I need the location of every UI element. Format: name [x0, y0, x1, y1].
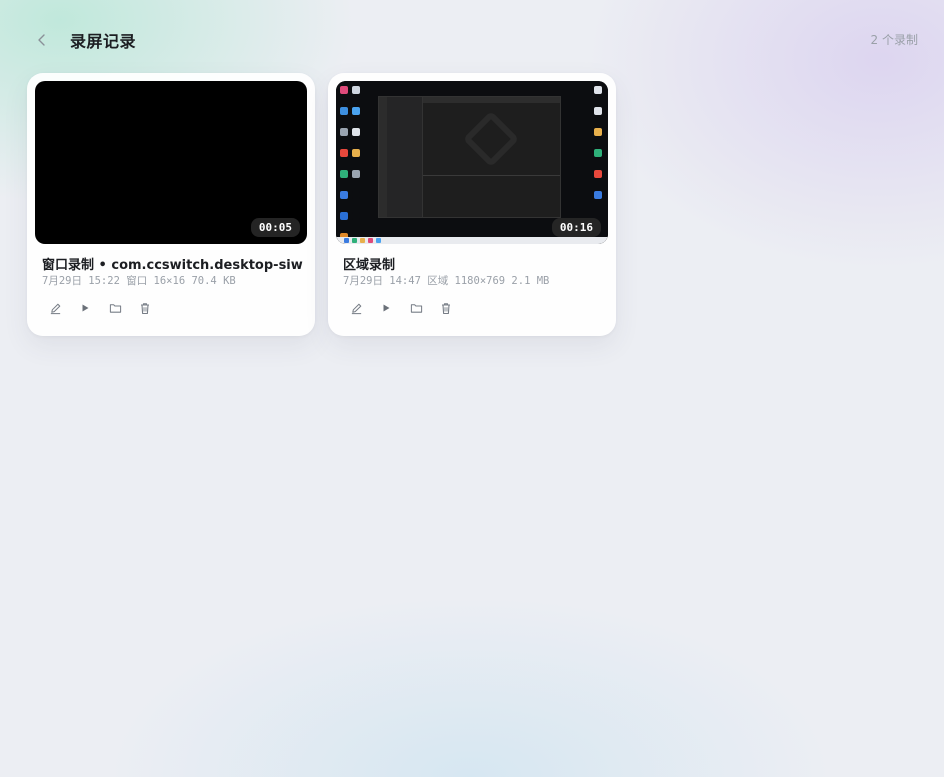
recording-card[interactable]: 00:05 窗口录制 • com.ccswitch.desktop-siw 7月…: [27, 73, 315, 336]
recording-thumbnail[interactable]: 00:05: [35, 81, 307, 244]
desktop-icons: [338, 83, 364, 241]
page-header: 录屏记录 2 个录制: [0, 0, 944, 78]
recording-thumbnail[interactable]: 00:16: [336, 81, 608, 244]
recording-card[interactable]: 00:16 区域录制 7月29日 14:47 区域 1180×769 2.1 M…: [328, 73, 616, 336]
play-button[interactable]: [77, 300, 93, 316]
play-button[interactable]: [378, 300, 394, 316]
open-folder-button[interactable]: [107, 300, 123, 316]
recording-title: 窗口录制 • com.ccswitch.desktop-siw: [42, 258, 303, 273]
folder-icon: [109, 304, 121, 313]
trash-icon: [141, 302, 149, 314]
recording-actions: [47, 300, 153, 316]
page-title: 录屏记录: [70, 32, 137, 51]
recording-actions: [348, 300, 454, 316]
duration-badge: 00:05: [250, 218, 300, 237]
recording-count: 2 个录制: [870, 33, 918, 47]
recording-meta: 7月29日 15:22 窗口 16×16 70.4 KB: [42, 275, 236, 287]
recording-meta: 7月29日 14:47 区域 1180×769 2.1 MB: [343, 275, 550, 287]
editor-window-preview: [378, 96, 561, 218]
desktop-icons: [592, 83, 606, 233]
back-button[interactable]: [32, 30, 52, 50]
open-folder-button[interactable]: [408, 300, 424, 316]
edit-icon: [50, 303, 60, 314]
taskbar-preview: [336, 237, 608, 244]
folder-icon: [410, 304, 422, 313]
edit-button[interactable]: [348, 300, 364, 316]
edit-icon: [351, 303, 361, 314]
duration-badge: 00:16: [551, 218, 601, 237]
trash-icon: [442, 302, 450, 314]
delete-button[interactable]: [137, 300, 153, 316]
recording-title: 区域录制: [343, 258, 396, 273]
play-icon: [383, 304, 390, 312]
chevron-left-icon: [38, 34, 45, 46]
delete-button[interactable]: [438, 300, 454, 316]
edit-button[interactable]: [47, 300, 63, 316]
play-icon: [82, 304, 89, 312]
